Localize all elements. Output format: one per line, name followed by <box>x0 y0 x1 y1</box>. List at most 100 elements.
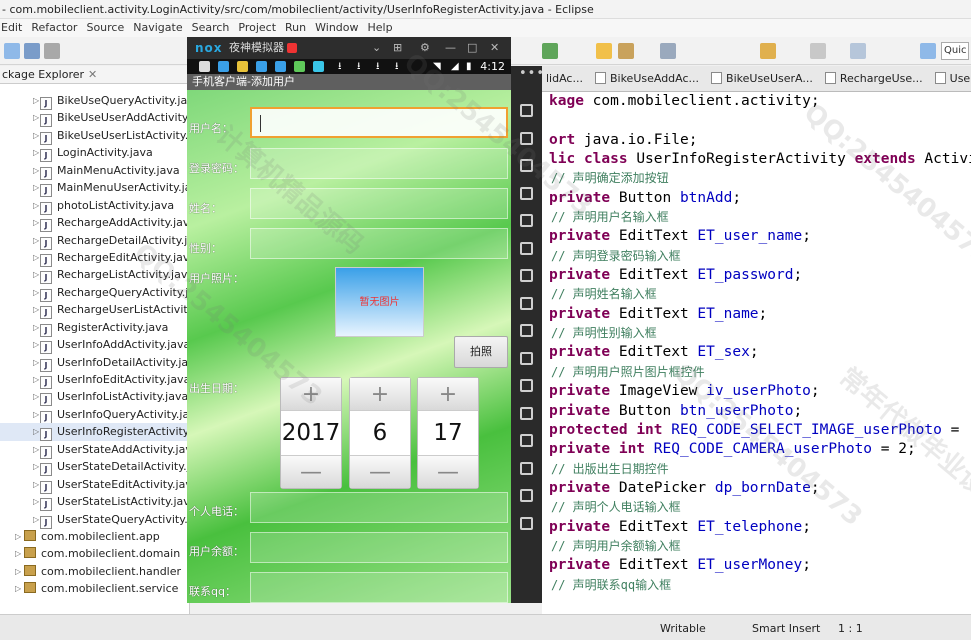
editor-tab[interactable]: BikeUseAddAc... <box>591 66 707 91</box>
tree-file-item[interactable]: ▷ J BikeUseQueryActivity.java <box>0 92 189 110</box>
home-nav-icon[interactable] <box>520 489 533 502</box>
year-decrement-button[interactable]: — <box>281 455 341 488</box>
tree-file-item[interactable]: ▷ JphotoListActivity.java <box>0 197 189 215</box>
quick-access-input[interactable]: Quic <box>941 42 969 60</box>
tree-file-item[interactable]: ▷ J UserInfoAddActivity.java <box>0 336 189 355</box>
menu-edit[interactable]: Edit <box>1 19 30 37</box>
tree-file-item[interactable]: ▷ J LoginActivity.java <box>0 144 189 163</box>
open-type-icon[interactable] <box>618 43 634 59</box>
expand-arrow-icon[interactable]: ▷ <box>33 92 39 109</box>
year-increment-button[interactable]: + <box>281 378 341 411</box>
maximize-icon[interactable]: □ <box>467 37 477 59</box>
menu-window[interactable]: Window <box>315 19 366 37</box>
tree-file-item[interactable]: ▷ J UserStateListActivity.java <box>0 493 189 512</box>
expand-arrow-icon[interactable]: ▷ <box>33 423 39 440</box>
multi-instance-icon[interactable] <box>520 406 533 420</box>
month-decrement-button[interactable]: — <box>350 455 410 488</box>
expand-arrow-icon[interactable]: ▷ <box>33 179 39 196</box>
multi-window-icon[interactable]: ⊞ <box>393 37 402 59</box>
expand-arrow-icon[interactable]: ▷ <box>15 528 21 545</box>
tree-file-item[interactable]: ▷J RechargeQueryActivity.java <box>0 284 189 302</box>
tree-package-item[interactable]: ▷ com.mobileclient.app <box>0 528 189 545</box>
tree-file-item[interactable]: ▷ J MainMenuUserActivity.java <box>0 179 189 198</box>
expand-arrow-icon[interactable]: ▷ <box>15 563 21 580</box>
expand-arrow-icon[interactable]: ▷ <box>33 441 39 458</box>
expand-arrow-icon[interactable]: ▷ <box>15 580 21 597</box>
shake-icon[interactable] <box>520 324 533 337</box>
menu-project[interactable]: Project <box>238 19 284 37</box>
tree-file-item[interactable]: ▷J UserInfoRegisterActivity.java <box>0 423 189 442</box>
gear-icon[interactable]: ⚙ <box>420 37 430 59</box>
print-icon[interactable] <box>44 43 60 59</box>
expand-arrow-icon[interactable]: ▷ <box>33 354 39 371</box>
expand-arrow-icon[interactable]: ▷ <box>33 301 39 318</box>
back-nav-icon[interactable] <box>520 461 533 475</box>
take-photo-button[interactable]: 拍照 <box>454 336 508 368</box>
expand-arrow-icon[interactable]: ▷ <box>33 127 39 144</box>
tree-file-item[interactable]: ▷J BikeUseUserAddActivity.java <box>0 109 189 128</box>
expand-arrow-icon[interactable]: ▷ <box>33 458 39 475</box>
menu-refactor[interactable]: Refactor <box>31 19 85 37</box>
money-input[interactable] <box>250 532 508 563</box>
fullscreen-icon[interactable] <box>520 214 533 227</box>
search-icon[interactable] <box>596 43 612 59</box>
menu-icon[interactable] <box>520 434 533 447</box>
tree-file-item[interactable]: ▷ J RechargeAddActivity.java <box>0 214 189 233</box>
tree-file-item[interactable]: ▷ J UserInfoQueryActivity.java <box>0 406 189 424</box>
day-decrement-button[interactable]: — <box>418 455 478 488</box>
editor-tab[interactable]: RechargeUse... <box>821 66 931 91</box>
editor-tab[interactable]: Use <box>931 66 971 91</box>
tree-file-item[interactable]: ▷ J UserStateAddActivity.java <box>0 441 189 459</box>
expand-arrow-icon[interactable]: ▷ <box>15 545 21 562</box>
code-editor[interactable]: kage com.mobileclient.activity; ort java.… <box>542 92 971 614</box>
menu-search[interactable]: Search <box>192 19 238 37</box>
dropdown-icon[interactable]: ⌄ <box>372 37 381 59</box>
scissors-icon[interactable] <box>520 131 533 145</box>
expand-arrow-icon[interactable]: ▷ <box>33 284 39 301</box>
forward-icon[interactable] <box>810 43 826 59</box>
more-icon[interactable]: ••• <box>519 66 545 81</box>
expand-arrow-icon[interactable]: ▷ <box>33 197 39 214</box>
recent-apps-icon[interactable] <box>520 516 533 530</box>
editor-tab[interactable]: BikeUseUserA... <box>707 66 821 91</box>
tree-file-item[interactable]: ▷J RechargeDetailActivity.java <box>0 232 189 250</box>
phone-input[interactable] <box>250 492 508 523</box>
perspective-icon[interactable] <box>850 43 866 59</box>
tree-package-item[interactable]: ▷ com.mobileclient.handler <box>0 563 189 580</box>
user-name-input[interactable] <box>250 107 508 138</box>
tree-file-item[interactable]: ▷ J UserInfoDetailActivity.java <box>0 354 189 372</box>
tree-file-item[interactable]: ▷ J UserInfoEditActivity.java <box>0 371 189 389</box>
save-icon[interactable] <box>24 43 40 59</box>
minimize-icon[interactable]: — <box>445 37 456 59</box>
name-input[interactable] <box>250 188 508 219</box>
expand-arrow-icon[interactable]: ▷ <box>33 214 39 231</box>
tree-package-item[interactable]: ▷ com.mobileclient.domain <box>0 545 189 562</box>
tree-file-item[interactable]: ▷J UserStateQueryActivity.java <box>0 511 189 529</box>
back-icon[interactable] <box>760 43 776 59</box>
install-apk-icon[interactable] <box>520 296 533 310</box>
expand-arrow-icon[interactable]: ▷ <box>33 336 39 353</box>
expand-arrow-icon[interactable]: ▷ <box>33 493 39 510</box>
menu-run[interactable]: Run <box>285 19 314 37</box>
sex-input[interactable] <box>250 228 508 259</box>
package-explorer-tab[interactable]: ckage Explorer ✕ <box>0 66 189 84</box>
expand-arrow-icon[interactable]: ▷ <box>33 162 39 179</box>
screenshot-icon[interactable] <box>520 351 533 365</box>
qq-input[interactable] <box>250 572 508 603</box>
expand-arrow-icon[interactable]: ▷ <box>33 319 39 336</box>
java-perspective-icon[interactable] <box>920 43 936 59</box>
editor-tab[interactable]: lidAc... <box>542 66 591 91</box>
menu-source[interactable]: Source <box>86 19 132 37</box>
tree-file-item[interactable]: ▷J UserStateDetailActivity.java <box>0 458 189 477</box>
month-increment-button[interactable]: + <box>350 378 410 411</box>
user-photo-image[interactable]: 暂无图片 <box>335 267 424 337</box>
month-value[interactable]: 6 <box>350 411 410 455</box>
keyboard-icon[interactable] <box>520 104 533 117</box>
close-icon[interactable]: ✕ <box>490 37 499 59</box>
menu-navigate[interactable]: Navigate <box>133 19 190 37</box>
record-icon[interactable] <box>520 379 533 392</box>
expand-arrow-icon[interactable]: ▷ <box>33 109 39 126</box>
expand-arrow-icon[interactable]: ▷ <box>33 232 39 249</box>
day-value[interactable]: 17 <box>418 411 478 455</box>
tree-file-item[interactable]: ▷ J RechargeListActivity.java <box>0 266 189 285</box>
